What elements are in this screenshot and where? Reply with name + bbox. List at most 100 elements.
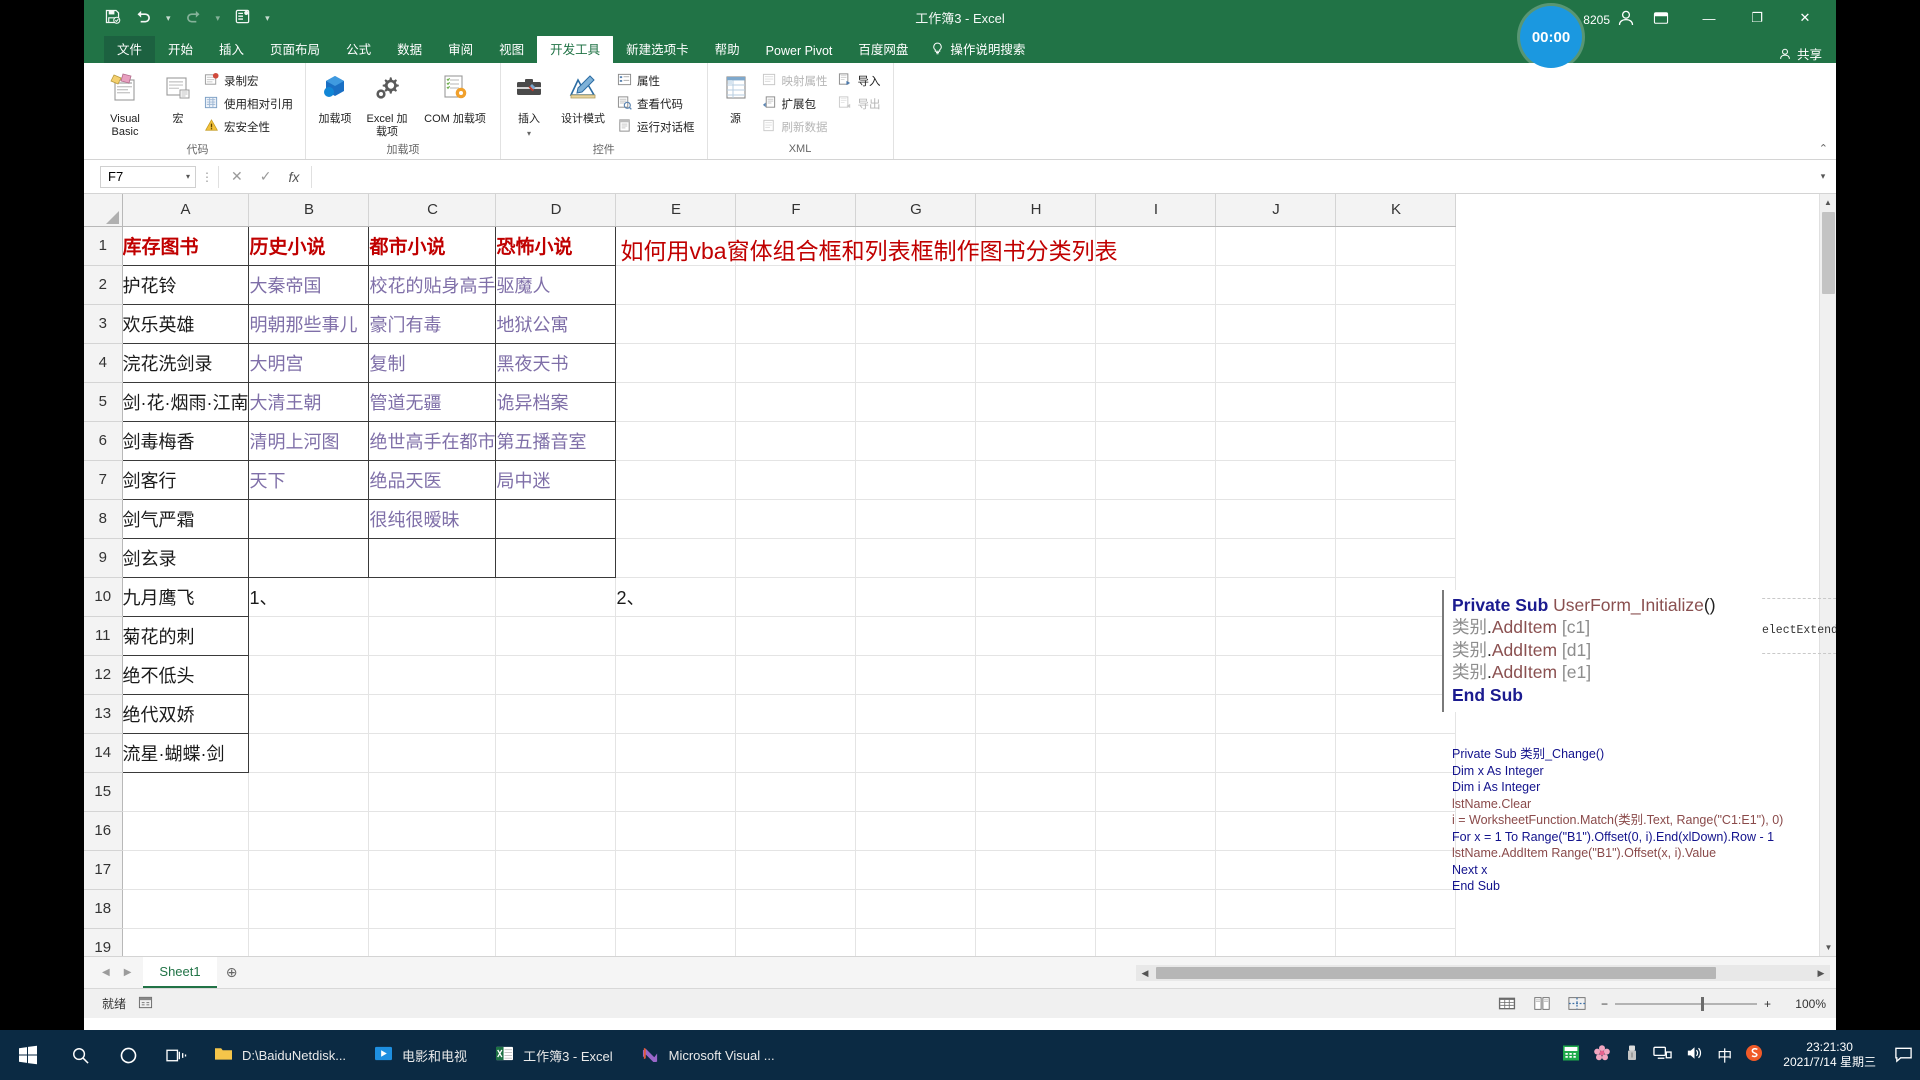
cell-E15[interactable] xyxy=(615,772,737,812)
cell-H15[interactable] xyxy=(975,772,1097,812)
cell-K14[interactable] xyxy=(1335,733,1457,773)
cell-B15[interactable] xyxy=(248,772,370,812)
cell-I8[interactable] xyxy=(1095,499,1217,539)
cell-E4[interactable] xyxy=(615,343,737,383)
ribbon-tab-5[interactable]: 数据 xyxy=(384,35,435,63)
cell-A11[interactable]: 菊花的刺 xyxy=(121,615,250,656)
close-button[interactable]: ✕ xyxy=(1782,0,1828,36)
row-header-9[interactable]: 9 xyxy=(84,538,123,578)
scroll-left-icon[interactable]: ◀ xyxy=(1136,964,1154,981)
cell-C8[interactable]: 很纯很暧昧 xyxy=(368,498,497,539)
task-view-icon[interactable] xyxy=(152,1030,200,1080)
cell-H17[interactable] xyxy=(975,850,1097,890)
cell-A3[interactable]: 欢乐英雄 xyxy=(121,303,250,344)
taskbar-app-3[interactable]: Microsoft Visual ... xyxy=(627,1034,789,1076)
cell-G7[interactable] xyxy=(855,460,977,500)
scroll-down-icon[interactable]: ▼ xyxy=(1820,939,1836,956)
insert-control-button[interactable]: 插入 ▾ xyxy=(507,68,551,141)
insert-function-icon[interactable]: fx xyxy=(288,169,299,185)
cell-H7[interactable] xyxy=(975,460,1097,500)
column-header-H[interactable]: H xyxy=(975,194,1097,227)
row-header-12[interactable]: 12 xyxy=(84,655,123,695)
cell-E6[interactable] xyxy=(615,421,737,461)
cell-J15[interactable] xyxy=(1215,772,1337,812)
cell-F7[interactable] xyxy=(735,460,857,500)
cell-D12[interactable] xyxy=(495,655,617,695)
cell-C14[interactable] xyxy=(368,733,497,773)
cell-C11[interactable] xyxy=(368,616,497,656)
cell-G14[interactable] xyxy=(855,733,977,773)
cell-F6[interactable] xyxy=(735,421,857,461)
cell-K2[interactable] xyxy=(1335,265,1457,305)
cell-B19[interactable] xyxy=(248,928,370,956)
cell-A12[interactable]: 绝不低头 xyxy=(121,654,250,695)
cell-G8[interactable] xyxy=(855,499,977,539)
cell-F8[interactable] xyxy=(735,499,857,539)
column-header-K[interactable]: K xyxy=(1335,194,1457,227)
cell-B2[interactable]: 大秦帝国 xyxy=(248,264,370,305)
cell-B8[interactable] xyxy=(248,498,370,539)
cell-F14[interactable] xyxy=(735,733,857,773)
select-all-corner[interactable] xyxy=(84,194,123,227)
cell-D10[interactable] xyxy=(495,577,617,617)
properties-button[interactable]: 属性 xyxy=(615,70,701,92)
cell-D4[interactable]: 黑夜天书 xyxy=(495,342,617,383)
zoom-knob[interactable] xyxy=(1701,996,1705,1011)
name-box-chevron-icon[interactable]: ▾ xyxy=(186,172,190,181)
cell-K15[interactable] xyxy=(1335,772,1457,812)
minimize-button[interactable]: — xyxy=(1686,0,1732,36)
ribbon-tab-0[interactable]: 文件 xyxy=(104,35,156,63)
column-header-E[interactable]: E xyxy=(615,194,737,227)
cell-J13[interactable] xyxy=(1215,694,1337,734)
cell-D5[interactable]: 诡异档案 xyxy=(495,381,617,422)
excel-addins-button[interactable]: Excel 加载项 xyxy=(360,68,414,141)
cell-B10[interactable]: 1、 xyxy=(248,577,370,617)
row-header-1[interactable]: 1 xyxy=(84,226,123,266)
cell-J18[interactable] xyxy=(1215,889,1337,929)
cell-G16[interactable] xyxy=(855,811,977,851)
cell-G3[interactable] xyxy=(855,304,977,344)
cell-A19[interactable] xyxy=(122,928,250,956)
cell-B14[interactable] xyxy=(248,733,370,773)
cell-A9[interactable]: 剑玄录 xyxy=(121,537,250,578)
cell-I17[interactable] xyxy=(1095,850,1217,890)
name-box[interactable]: F7 ▾ xyxy=(100,165,196,188)
row-header-17[interactable]: 17 xyxy=(84,850,123,890)
column-header-F[interactable]: F xyxy=(735,194,857,227)
next-sheet-icon[interactable]: ▶ xyxy=(124,967,132,978)
cell-H3[interactable] xyxy=(975,304,1097,344)
column-header-J[interactable]: J xyxy=(1215,194,1337,227)
account-area[interactable]: 8205 xyxy=(1583,8,1636,31)
cell-H2[interactable] xyxy=(975,265,1097,305)
cell-G17[interactable] xyxy=(855,850,977,890)
cell-H11[interactable] xyxy=(975,616,1097,656)
use-relative-references-button[interactable]: 使用相对引用 xyxy=(202,93,299,115)
cell-H12[interactable] xyxy=(975,655,1097,695)
row-header-19[interactable]: 19 xyxy=(84,928,123,956)
cell-F9[interactable] xyxy=(735,538,857,578)
cell-A16[interactable] xyxy=(122,811,250,851)
cell-D6[interactable]: 第五播音室 xyxy=(495,420,617,461)
cell-J1[interactable] xyxy=(1215,226,1337,266)
cell-I5[interactable] xyxy=(1095,382,1217,422)
cell-E3[interactable] xyxy=(615,304,737,344)
zoom-slider[interactable]: − + xyxy=(1601,996,1771,1011)
cell-I13[interactable] xyxy=(1095,694,1217,734)
cell-F17[interactable] xyxy=(735,850,857,890)
column-header-B[interactable]: B xyxy=(248,194,370,227)
cell-B5[interactable]: 大清王朝 xyxy=(248,381,370,422)
cell-E9[interactable] xyxy=(615,538,737,578)
zoom-out-button[interactable]: − xyxy=(1601,997,1608,1011)
ime-cn-icon[interactable]: 中 xyxy=(1717,1045,1732,1066)
cell-I15[interactable] xyxy=(1095,772,1217,812)
cell-C10[interactable] xyxy=(368,577,497,617)
cell-E8[interactable] xyxy=(615,499,737,539)
column-header-C[interactable]: C xyxy=(368,194,497,227)
zoom-track[interactable] xyxy=(1615,996,1757,1011)
cell-C4[interactable]: 复制 xyxy=(368,342,497,383)
cell-E1[interactable]: 如何用vba窗体组合框和列表框制作图书分类列表 xyxy=(615,226,1118,266)
cell-K12[interactable] xyxy=(1335,655,1457,695)
cell-G13[interactable] xyxy=(855,694,977,734)
cell-E14[interactable] xyxy=(615,733,737,773)
cell-K16[interactable] xyxy=(1335,811,1457,851)
